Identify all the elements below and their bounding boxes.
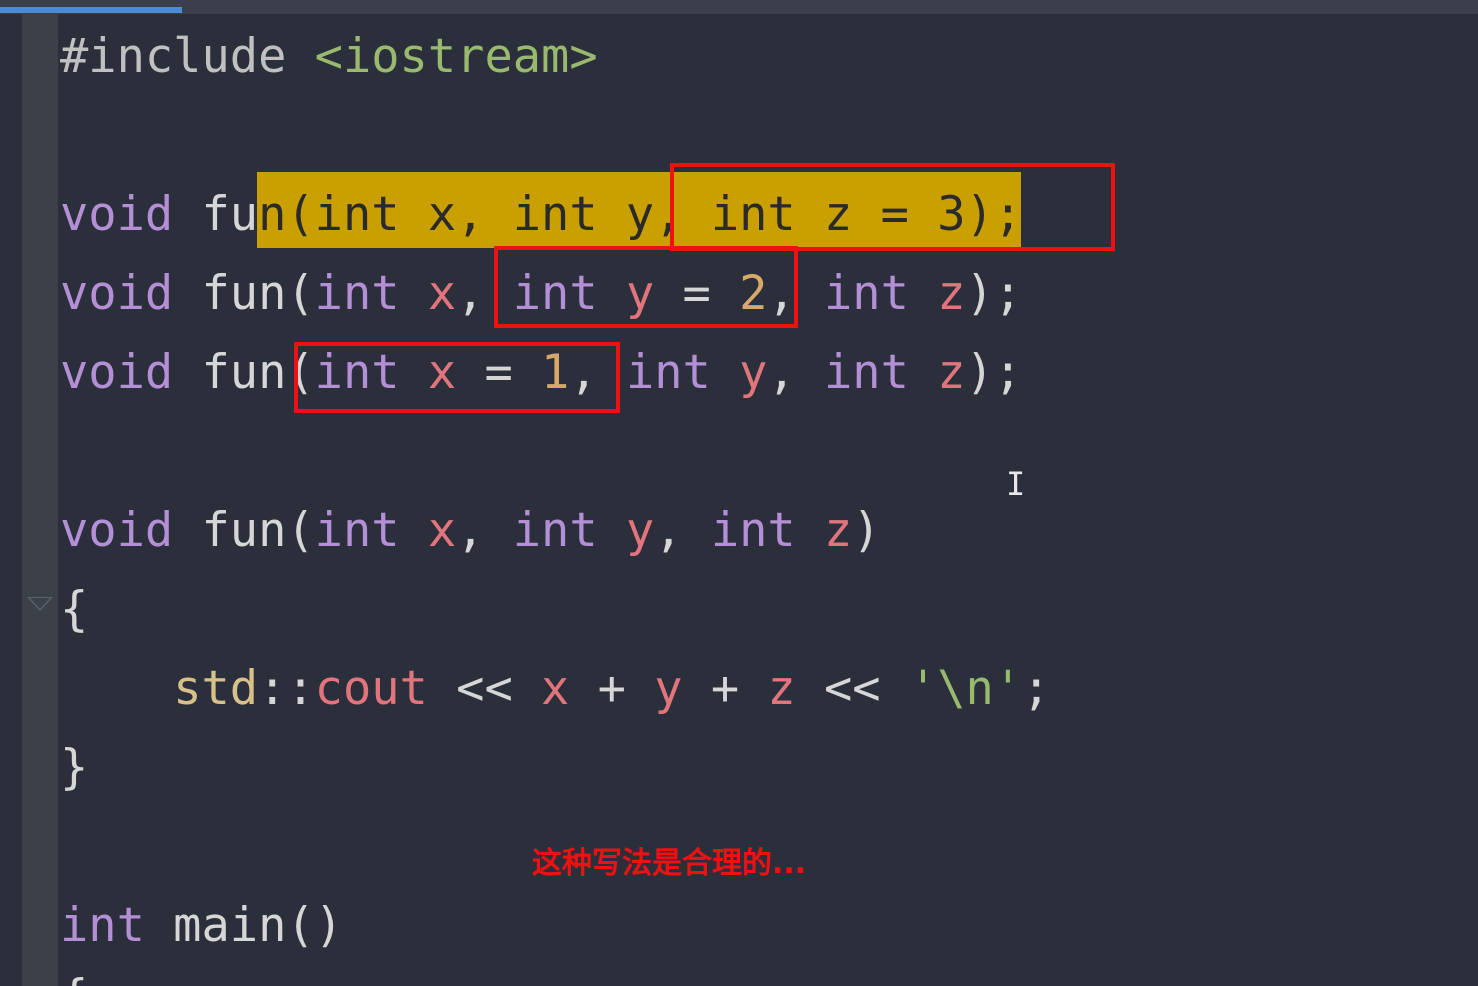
editor-tab-bar [0, 0, 1478, 14]
annotation-box-x-default [294, 342, 620, 413]
active-tab-indicator[interactable] [0, 7, 182, 13]
param-z: z [937, 345, 966, 400]
identifier-cout: cout [314, 661, 428, 716]
annotation-box-y-default [494, 246, 798, 328]
param-z: z [937, 266, 966, 321]
param-x: x [427, 266, 457, 321]
keyword-void: void [60, 345, 174, 400]
fold-arrow-icon-inner [30, 598, 50, 609]
keyword-int: int [625, 345, 711, 400]
open-brace: { [60, 970, 88, 986]
open-brace: { [60, 582, 89, 637]
annotation-box-z-default [670, 163, 1115, 251]
keyword-int: int [512, 503, 598, 558]
keyword-int: int [314, 503, 400, 558]
keyword-int: int [824, 345, 909, 400]
close-paren-semicolon: ); [965, 266, 1023, 321]
keyword-void: void [60, 187, 174, 242]
comma: , [654, 503, 711, 558]
comma: , [767, 345, 825, 400]
var-y: y [654, 661, 683, 716]
close-paren: ) [852, 503, 881, 558]
plus-operator: + [682, 661, 768, 716]
char-literal-newline: '\n' [908, 661, 1023, 716]
param-z: z [824, 503, 853, 558]
close-brace: } [60, 740, 89, 795]
function-main: main() [144, 898, 343, 953]
comma: , [456, 503, 513, 558]
namespace-std: std [173, 661, 259, 716]
keyword-int: int [710, 503, 796, 558]
keyword-void: void [60, 503, 174, 558]
code-line-8: { [60, 580, 88, 640]
code-line-1: #include <iostream> [60, 27, 598, 87]
annotation-text: 这种写法是合理的... [532, 846, 807, 881]
param-x: x [427, 503, 457, 558]
stream-operator: << [795, 661, 909, 716]
code-line-7: void fun(int x, int y, int z) [60, 501, 881, 561]
include-directive: #include [60, 29, 315, 84]
param-y: y [739, 345, 768, 400]
keyword-int: int [824, 266, 909, 321]
text-cursor-icon: I [1006, 465, 1026, 503]
editor-gutter [22, 14, 58, 986]
include-header: <iostream> [314, 29, 598, 84]
code-line-9: std::cout << x + y + z << '\n'; [60, 659, 1050, 719]
close-paren-semicolon: ); [965, 345, 1023, 400]
scope-operator: :: [258, 661, 315, 716]
semicolon: ; [1022, 661, 1051, 716]
code-line-13: { [60, 968, 88, 986]
var-z: z [767, 661, 796, 716]
keyword-int: int [314, 266, 400, 321]
plus-operator: + [569, 661, 655, 716]
keyword-int: int [60, 898, 145, 953]
param-y: y [625, 503, 655, 558]
function-name-part: fu [173, 187, 259, 242]
var-x: x [541, 661, 570, 716]
code-line-10: } [60, 738, 88, 798]
code-line-12: int main() [60, 896, 343, 956]
stream-operator: << [427, 661, 542, 716]
keyword-void: void [60, 266, 174, 321]
function-name: fun( [173, 503, 315, 558]
function-name: fun( [173, 266, 315, 321]
